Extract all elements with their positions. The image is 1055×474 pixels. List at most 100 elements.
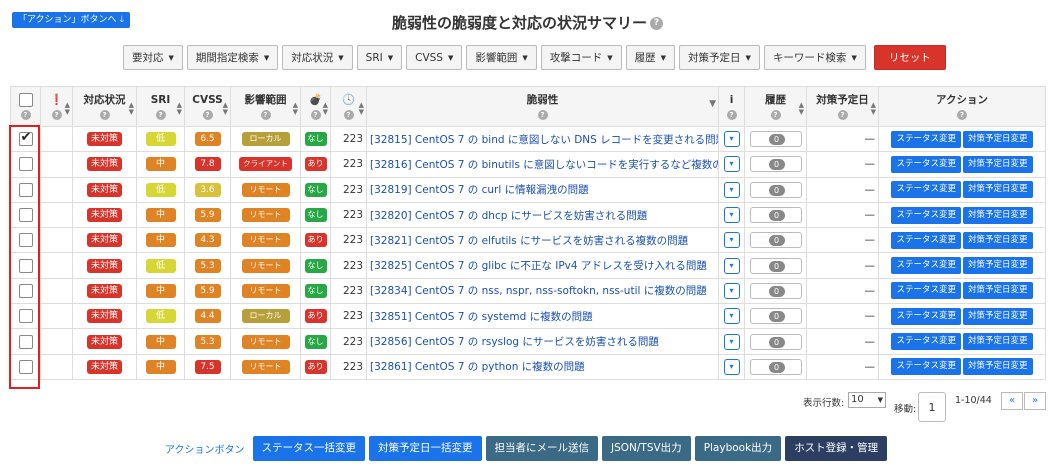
vuln-link[interactable]: [32834] CentOS 7 の nss, nspr, nss-softok… [370,285,707,297]
vuln-link[interactable]: [32820] CentOS 7 の dhcp にサービスを妨害される問題 [370,210,647,222]
status-change-button[interactable]: ステータス変更 [891,231,961,249]
cvss-header[interactable]: CVSS? ▲ ▼ [184,86,231,127]
filter-keyword[interactable]: キーワード検索 ▼ [763,45,866,70]
vuln-link[interactable]: [32861] CentOS 7 の python に複数の問題 [370,361,585,373]
plan-date-change-button[interactable]: 対策予定日変更 [963,155,1033,173]
status-change-button[interactable]: ステータス変更 [891,333,961,351]
sort-icon[interactable]: ▲ ▼ [129,102,134,116]
help-icon[interactable]: ? [650,17,663,30]
vuln-link[interactable]: [32816] CentOS 7 の binutils に意図しないコードを実行… [370,159,718,171]
expand-dropdown-icon[interactable]: ▾ [723,232,740,249]
history-count-box[interactable]: 0 [749,232,802,249]
filter-period[interactable]: 期間指定検索 ▼ [186,45,279,70]
filter-cvss[interactable]: CVSS ▼ [406,45,463,70]
status-change-button[interactable]: ステータス変更 [891,358,961,376]
filter-scope[interactable]: 影響範囲 ▼ [466,45,537,70]
elapsed-header[interactable]: 🕓? ▲ ▼ [330,86,367,127]
help-icon[interactable]: ? [20,109,31,120]
sort-icon[interactable]: ▲ ▼ [359,102,364,116]
expand-dropdown-icon[interactable]: ▾ [723,308,740,325]
vuln-link[interactable]: [32821] CentOS 7 の elfutils にサービスを妨害される複… [370,235,688,247]
sri-header[interactable]: SRI? ▲ ▼ [136,86,185,127]
status-header[interactable]: 対応状況? ▲ ▼ [72,86,137,127]
history-count-box[interactable]: 0 [749,257,802,274]
filter-status[interactable]: 対応状況 ▼ [282,45,353,70]
rows-per-page-select[interactable]: 10 ▼ [848,392,886,408]
expand-dropdown-icon[interactable]: ▾ [723,358,740,375]
help-icon[interactable]: ? [837,109,848,120]
vuln-link[interactable]: [32819] CentOS 7 の curl に情報漏洩の問題 [370,184,589,196]
expand-dropdown-icon[interactable]: ▾ [723,282,740,299]
filter-attack-code[interactable]: 攻撃コード ▼ [540,45,622,70]
plan-date-change-button[interactable]: 対策予定日変更 [963,257,1033,275]
help-icon[interactable]: ? [51,109,62,120]
plan-date-change-button[interactable]: 対策予定日変更 [963,358,1033,376]
filter-history[interactable]: 履歴 ▼ [625,45,676,70]
history-count-box[interactable]: 0 [749,181,802,198]
history-header[interactable]: 履歴? ▲ ▼ [744,86,807,127]
prev-page-button[interactable]: « [1001,392,1023,410]
filter-sri[interactable]: SRI ▼ [356,45,403,70]
history-count-box[interactable]: 0 [749,333,802,350]
filter-required[interactable]: 要対応 ▼ [123,45,183,70]
sort-icon[interactable]: ▲ ▼ [177,102,182,116]
scope-header[interactable]: 影響範囲? ▲ ▼ [230,86,301,127]
plan-date-change-button[interactable]: 対策予定日変更 [963,206,1033,224]
help-icon[interactable]: ? [260,109,271,120]
plan-date-change-button[interactable]: 対策予定日変更 [963,307,1033,325]
sort-icon[interactable]: ▲ ▼ [323,102,328,116]
status-change-button[interactable]: ステータス変更 [891,206,961,224]
status-change-button[interactable]: ステータス変更 [891,257,961,275]
help-icon[interactable]: ? [99,109,110,120]
expand-dropdown-icon[interactable]: ▾ [723,131,740,148]
plan-date-change-button[interactable]: 対策予定日変更 [963,130,1033,148]
help-icon[interactable]: ? [343,109,354,120]
sort-icon[interactable]: ▲ ▼ [293,102,298,116]
bulk-status-change-button[interactable]: ステータス一括変更 [252,436,365,461]
vuln-link[interactable]: [32825] CentOS 7 の glibc に不正な IPv4 アドレスを… [370,260,707,272]
status-change-button[interactable]: ステータス変更 [891,181,961,199]
help-icon[interactable]: ? [770,109,781,120]
status-change-button[interactable]: ステータス変更 [891,155,961,173]
plan-date-change-button[interactable]: 対策予定日変更 [963,282,1033,300]
sort-icon[interactable]: ▲ ▼ [65,102,70,116]
expand-dropdown-icon[interactable]: ▾ [723,181,740,198]
vuln-link[interactable]: [32851] CentOS 7 の systemd に複数の問題 [370,311,593,323]
history-count-box[interactable]: 0 [749,156,802,173]
bulk-plan-date-change-button[interactable]: 対策予定日一括変更 [369,436,482,461]
export-json-tsv-button[interactable]: JSON/TSV出力 [602,436,691,461]
vuln-header[interactable]: 脆弱性? ▼ [366,86,719,127]
plan-date-change-button[interactable]: 対策予定日変更 [963,333,1033,351]
history-count-box[interactable]: 0 [749,282,802,299]
history-count-box[interactable]: 0 [749,131,802,148]
status-change-button[interactable]: ステータス変更 [891,130,961,148]
page-input[interactable]: 1 [918,392,946,422]
plan-date-header[interactable]: 対策予定日? ▲ ▼ [806,86,879,127]
export-playbook-button[interactable]: Playbook出力 [694,436,782,461]
sort-icon[interactable]: ▲ ▼ [799,102,804,116]
reset-button[interactable]: リセット [873,45,946,70]
help-icon[interactable]: ? [202,109,213,120]
history-count-box[interactable]: 0 [749,358,802,375]
status-change-button[interactable]: ステータス変更 [891,282,961,300]
expand-dropdown-icon[interactable]: ▾ [723,156,740,173]
help-icon[interactable]: ? [310,109,321,120]
attack-code-header[interactable]: 💣? ▲ ▼ [300,86,331,127]
sort-icon[interactable]: ▲ ▼ [223,102,228,116]
plan-date-change-button[interactable]: 対策予定日変更 [963,181,1033,199]
expand-dropdown-icon[interactable]: ▾ [723,333,740,350]
history-count-box[interactable]: 0 [749,308,802,325]
help-icon[interactable]: ? [537,109,548,120]
expand-dropdown-icon[interactable]: ▾ [723,257,740,274]
expand-dropdown-icon[interactable]: ▾ [723,207,740,224]
vuln-link[interactable]: [32856] CentOS 7 の rsyslog にサービスを妨害される問題 [370,336,659,348]
alert-header[interactable]: ❗? ▲ ▼ [40,86,73,127]
next-page-button[interactable]: » [1024,392,1046,410]
history-count-box[interactable]: 0 [749,207,802,224]
select-all-checkbox[interactable] [18,92,33,107]
status-change-button[interactable]: ステータス変更 [891,307,961,325]
host-management-button[interactable]: ホスト登録・管理 [785,436,888,461]
sort-icon[interactable]: ▲ ▼ [871,102,876,116]
sort-icon[interactable]: ▼ [709,100,716,109]
send-mail-button[interactable]: 担当者にメール送信 [485,436,598,461]
